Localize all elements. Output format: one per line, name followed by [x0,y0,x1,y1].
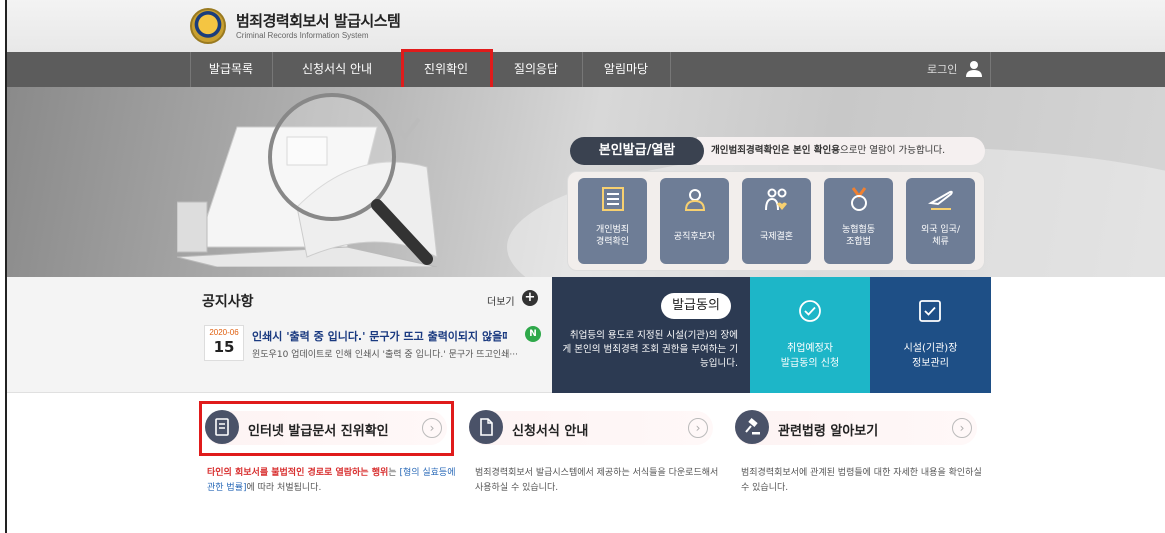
service-personal-record[interactable]: 개인범죄경력확인 [578,178,647,264]
notice-title: 공지사항 [202,294,254,310]
nav-item-notice-board[interactable]: 알림마당 [582,52,670,87]
service-label: 국제결혼 [759,232,794,242]
prospect-consent-tile[interactable]: 취업예정자발급동의 신청 [750,277,870,393]
nav-divider [670,52,671,87]
laws-card-desc: 범죄경력회보서에 관계된 법령들에 대한 자세한 내용을 확인하실 수 있습니다… [741,468,982,493]
tile-label: 취업예정자 [787,343,833,354]
service-label: 개인범죄 [595,225,630,235]
service-label: 외국 입국/ [920,225,960,235]
service-label: 공직후보자 [673,232,716,242]
chevron-right-icon[interactable]: › [688,418,708,438]
service-label: 농협협동 [841,225,876,235]
service-list: 개인범죄 경력확인 공직후보자 국제결혼 농협협동 조합법 외국 입국/ 체류 [567,171,985,271]
service-label: 조합법 [846,237,871,247]
consent-button[interactable]: 발급동의 [661,293,731,319]
laws-card-label[interactable]: 관련법령 알아보기 [778,420,878,439]
nav-item-issue-list[interactable]: 발급목록 [190,52,272,87]
service-candidate[interactable]: 공직후보자 [660,178,729,264]
service-foreign-entry[interactable]: 외국 입국/체류 [906,178,975,264]
check-square-icon [919,300,941,322]
site-title[interactable]: 범죄경력회보서 발급시스템 [236,10,401,31]
notice-summary[interactable]: 윈도우10 업데이트로 인해 인쇄시 '출력 중 입니다.' 문구가 뜨고인쇄·… [252,347,542,360]
nav-divider [990,52,991,87]
service-label: 경력확인 [595,237,630,247]
new-badge: N [525,326,541,342]
tile-label: 정보관리 [912,358,949,369]
chevron-right-icon[interactable]: › [952,418,972,438]
form-guide-card[interactable] [469,411,713,445]
notice-headline[interactable]: 인쇄시 '출력 중 입니다.' 문구가 뜨고 출력이되지 않을때 ··· [252,328,507,344]
hero-banner: 개인범죄경력확인은 본인 확인용으로만 열람이 가능합니다. 본인발급/열람 개… [7,87,1165,277]
warning-text: 타인의 회보서를 불법적인 경로로 열람하는 행위 [207,468,389,478]
verify-card-desc: 타인의 회보서를 불법적인 경로로 열람하는 행위는 [형의 실효등에 관한 법… [207,466,457,496]
notice-date-day: 15 [213,338,235,356]
facility-manage-tile[interactable]: 시설(기관)장정보관리 [870,277,991,393]
notice-date: 2020-06 15 [204,325,244,361]
more-link[interactable]: 더보기 [487,293,515,308]
login-link[interactable]: 로그인 [927,52,957,87]
file-icon [469,410,503,444]
plus-icon[interactable]: + [522,290,538,306]
card-highlight-box [199,401,454,456]
service-label: 체류 [932,237,949,247]
nav-item-form-guide[interactable]: 신청서식 안내 [272,52,402,87]
nav-highlight-box [401,49,493,91]
tile-label: 시설(기관)장 [903,343,958,354]
form-guide-card-desc: 범죄경력회보서 발급시스템에서 제공하는 서식들을 다운로드해서 사용하실 수 … [475,468,719,493]
header: 범죄경력회보서 발급시스템 Criminal Records Informati… [7,0,1165,52]
service-intl-marriage[interactable]: 국제결혼 [742,178,811,264]
police-emblem-icon[interactable] [190,8,226,44]
check-circle-icon [799,300,821,322]
medal-icon [851,187,867,211]
notice-date-ym: 2020-06 [209,328,239,337]
gavel-icon [735,410,769,444]
user-icon[interactable] [965,60,983,78]
hero-notice-bold: 개인범죄경력확인은 본인 확인용 [711,145,840,156]
site-subtitle: Criminal Records Information System [236,31,369,40]
tile-label: 발급동의 신청 [780,358,840,369]
hero-notice-text: 개인범죄경력확인은 본인 확인용으로만 열람이 가능합니다. [697,137,985,165]
consent-description: 취업등의 용도로 지정된 시설(기관)의 장에게 본인의 범죄경력 조회 권한을… [562,330,738,369]
self-issue-title: 본인발급/열람 [570,137,704,165]
document-icon [602,187,624,211]
desc-text: 는 [388,468,400,478]
consent-panel: 발급동의 취업등의 용도로 지정된 시설(기관)의 장에게 본인의 범죄경력 조… [552,277,750,393]
page-frame: 범죄경력회보서 발급시스템 Criminal Records Informati… [5,0,1165,533]
main-nav: 발급목록 신청서식 안내 진위확인 질의응답 알림마당 로그인 [7,52,1165,87]
airplane-icon [928,190,953,210]
hero-notice-rest: 으로만 열람이 가능합니다. [839,145,946,156]
magnifier-illustration [268,93,433,265]
form-guide-card-label[interactable]: 신청서식 안내 [512,420,588,439]
couple-icon [765,188,787,211]
nav-item-qna[interactable]: 질의응답 [490,52,582,87]
candidate-icon [684,189,706,211]
service-cooperative[interactable]: 농협협동조합법 [824,178,893,264]
notice-section: 공지사항 더보기 + 2020-06 15 인쇄시 '출력 중 입니다.' 문구… [7,277,552,393]
desc-text: 에 따라 처벌됩니다. [246,483,322,493]
